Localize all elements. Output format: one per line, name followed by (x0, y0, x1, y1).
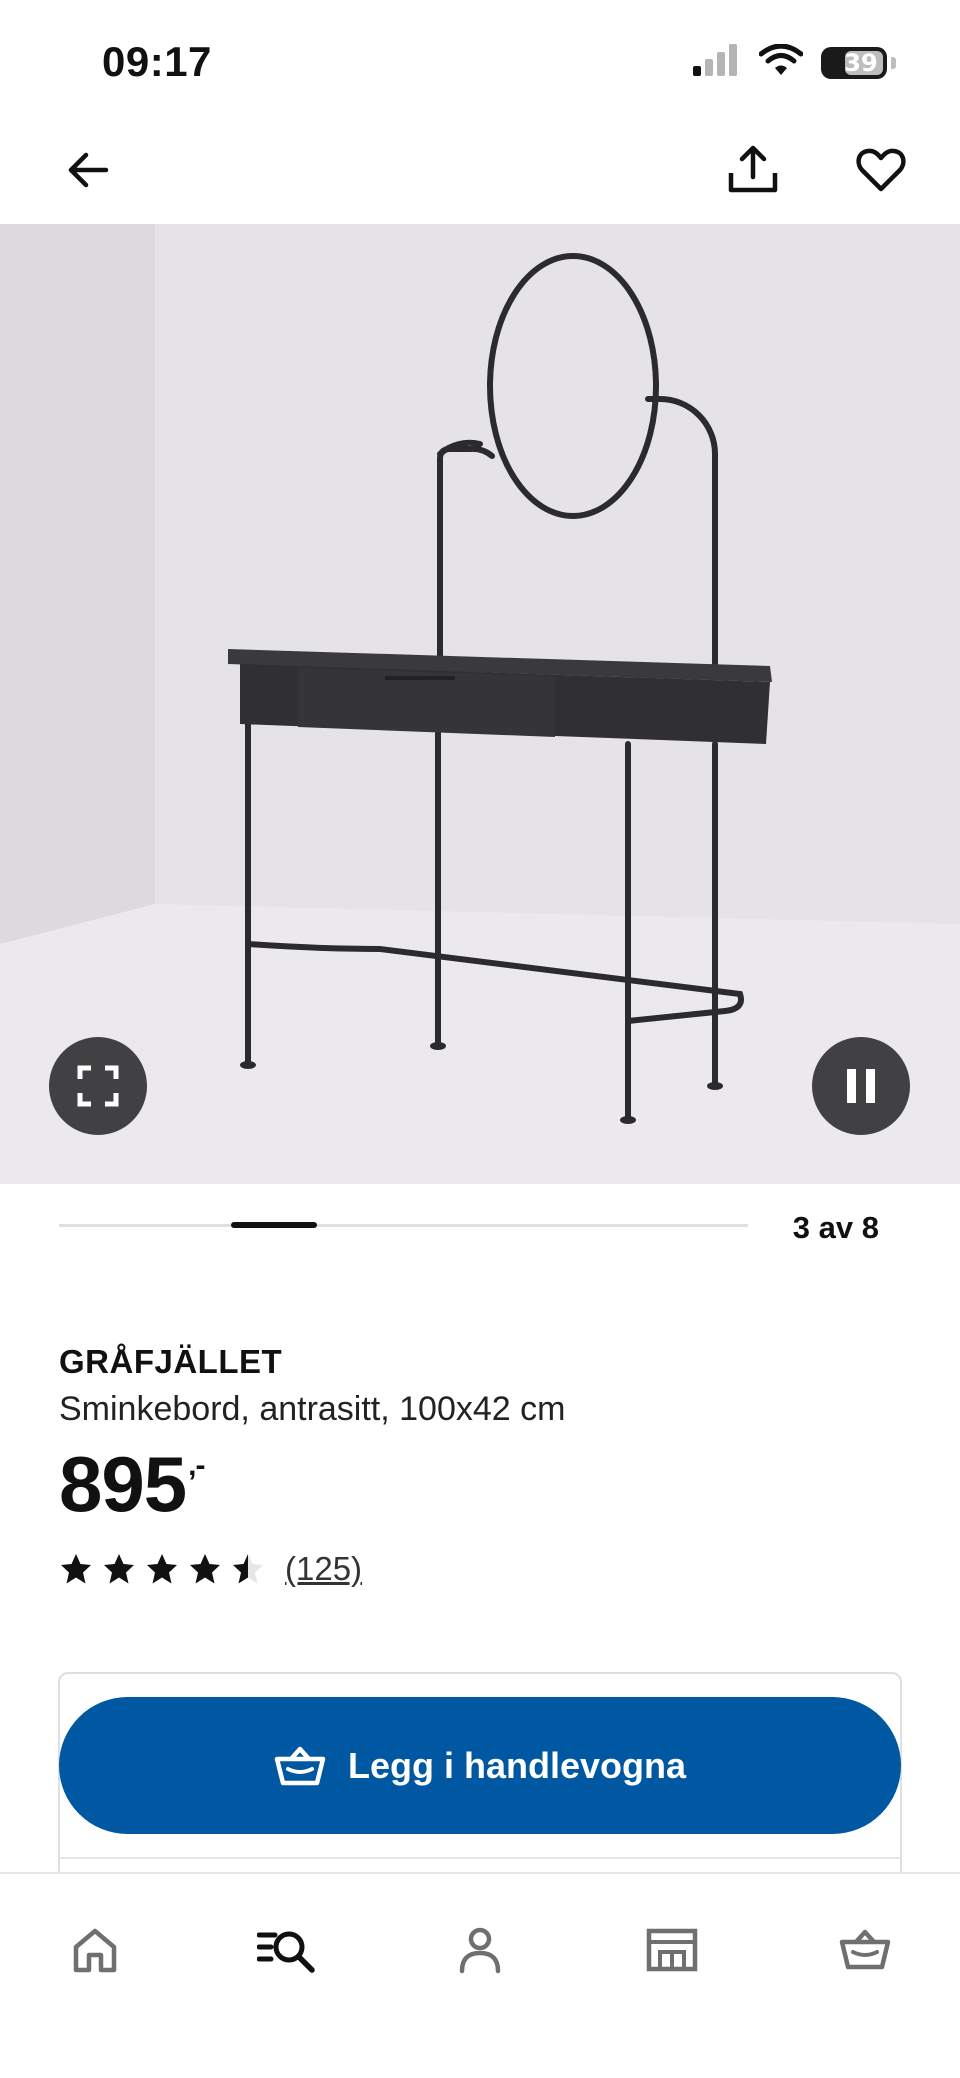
search-icon (257, 1931, 315, 1973)
battery-icon: 39 (821, 46, 887, 79)
share-icon (728, 145, 778, 193)
battery-level: 39 (844, 48, 878, 77)
share-button[interactable] (717, 134, 789, 206)
add-to-cart-label: Legg i handlevogna (347, 1744, 687, 1786)
tab-search[interactable] (242, 1910, 332, 1990)
home-icon (73, 1928, 117, 1973)
add-to-cart-button[interactable]: Legg i handlevogna (59, 1697, 901, 1834)
store-icon (646, 1928, 698, 1972)
product-image (0, 224, 960, 1184)
review-count-link[interactable]: (125) (285, 1550, 362, 1588)
star-full-icon (190, 1554, 220, 1584)
image-counter: 3 av 8 (792, 1210, 879, 1245)
product-rating[interactable]: (125) (59, 1550, 362, 1588)
tab-profile[interactable] (435, 1910, 525, 1990)
star-full-icon (61, 1554, 91, 1584)
profile-icon (459, 1927, 501, 1974)
card-divider (60, 1857, 900, 1859)
star-full-icon (104, 1554, 134, 1584)
product-name: GRÅFJÄLLET (59, 1343, 283, 1380)
favourite-button[interactable] (845, 134, 917, 206)
progress-track[interactable] (59, 1222, 748, 1228)
status-bar: 09:17 39 (0, 0, 960, 120)
signal-icon (693, 44, 741, 81)
status-time: 09:17 (102, 38, 212, 85)
product-description: Sminkebord, antrasitt, 100x42 cm (59, 1390, 566, 1428)
pause-button[interactable] (812, 1037, 910, 1135)
progress-thumb (231, 1222, 317, 1228)
bottom-tab-bar (0, 1872, 960, 2078)
top-nav (0, 120, 960, 224)
heart-icon (856, 148, 906, 192)
shopping-basket-icon (274, 1746, 326, 1785)
star-half-icon (233, 1554, 263, 1584)
basket-icon (839, 1929, 891, 1970)
rating-stars (59, 1552, 265, 1586)
price-value: 895 (59, 1440, 187, 1528)
wifi-icon (758, 43, 804, 81)
star-full-icon (147, 1554, 177, 1584)
product-price: 895,- (59, 1445, 205, 1523)
carousel-progress: 3 av 8 (59, 1210, 909, 1245)
tab-stores[interactable] (627, 1910, 717, 1990)
fullscreen-icon (77, 1065, 119, 1107)
status-icons: 39 (693, 43, 896, 81)
tab-home[interactable] (50, 1910, 140, 1990)
back-button[interactable] (52, 134, 124, 206)
product-media[interactable] (0, 224, 960, 1184)
pause-icon (847, 1069, 875, 1103)
fullscreen-button[interactable] (49, 1037, 147, 1135)
tab-basket[interactable] (820, 1910, 910, 1990)
back-arrow-icon (68, 152, 109, 188)
price-suffix: ,- (188, 1449, 205, 1482)
